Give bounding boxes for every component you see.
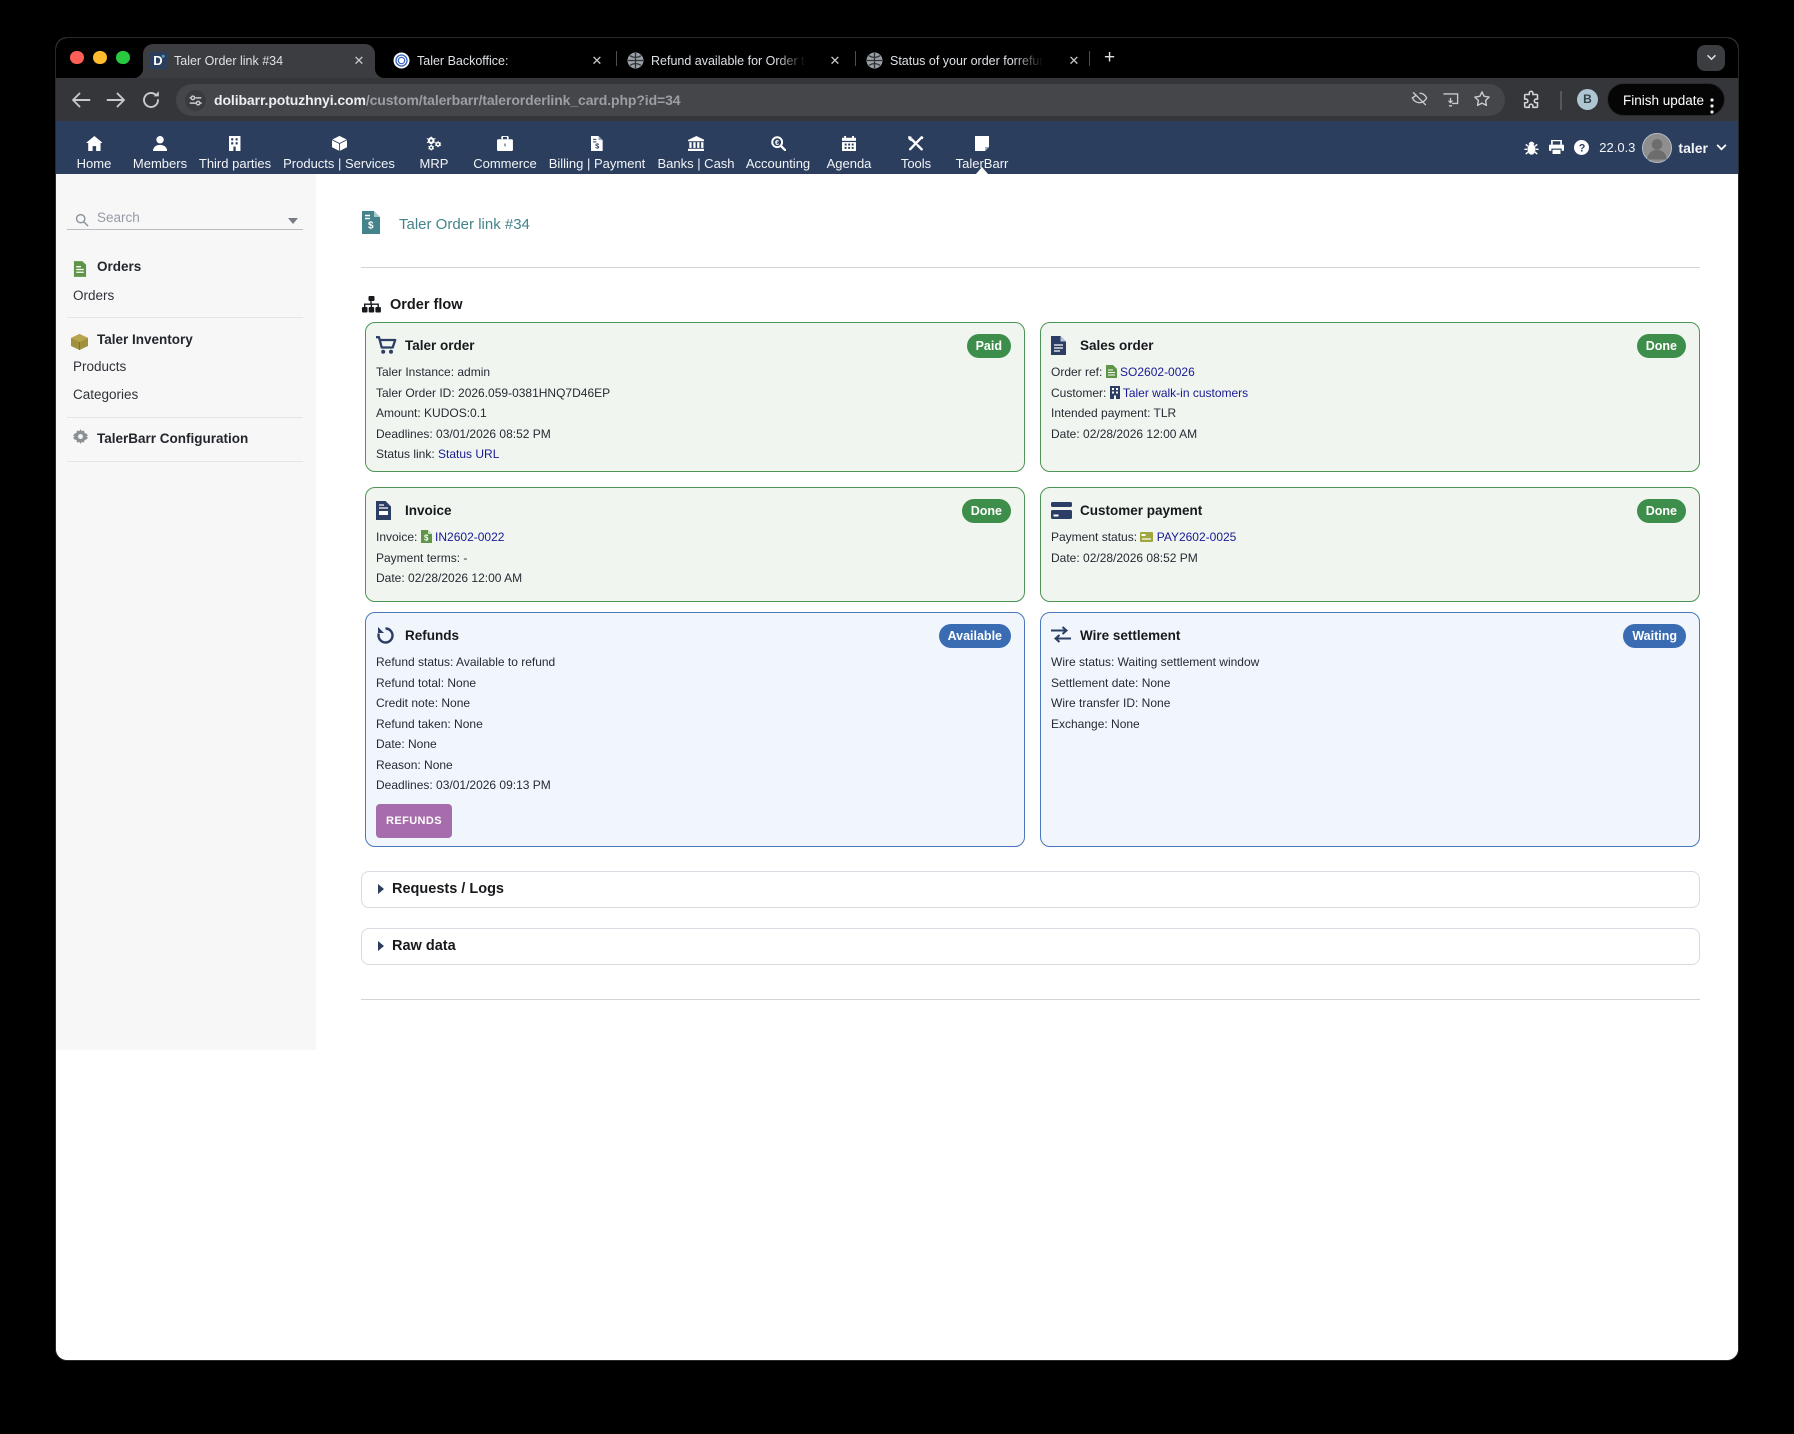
svg-text:D: D bbox=[153, 53, 162, 68]
svg-text:?: ? bbox=[1579, 142, 1586, 154]
svg-text:$: $ bbox=[368, 221, 374, 232]
svg-text:$: $ bbox=[424, 534, 429, 543]
